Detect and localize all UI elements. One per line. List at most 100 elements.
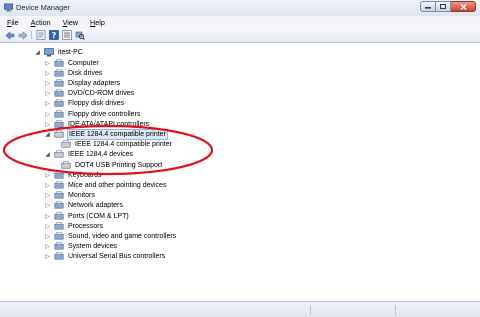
- menu-file[interactable]: File: [4, 18, 22, 27]
- expand-arrow-icon[interactable]: ▷: [44, 242, 51, 252]
- tree-node-label: DVD/CD-ROM drives: [68, 90, 135, 98]
- back-arrow-icon: [5, 30, 14, 40]
- disk-drive-icon: [54, 69, 64, 77]
- menu-action-label: ction: [35, 17, 51, 27]
- tree-node-label: DOT4 USB Printing Support: [75, 161, 163, 169]
- device-manager-window: Device Manager File Action View Help ? ◢…: [0, 0, 480, 317]
- close-icon: [460, 3, 466, 10]
- maximize-button[interactable]: [436, 1, 451, 12]
- expand-arrow-icon[interactable]: ▷: [44, 78, 51, 88]
- tree-node-label: Keyboards: [68, 171, 102, 179]
- tree-node-label: Floppy disk drives: [68, 100, 125, 108]
- properties-button[interactable]: [35, 30, 46, 40]
- caption-buttons: [420, 1, 476, 13]
- menu-action[interactable]: Action: [28, 18, 54, 27]
- expand-arrow-icon[interactable]: ▷: [44, 211, 51, 221]
- system-device-icon: [54, 242, 64, 250]
- status-bar: [0, 301, 480, 317]
- expand-arrow-icon[interactable]: ▷: [44, 89, 51, 99]
- tree-node[interactable]: ◢ IEEE 1284.4 compatible printer: [44, 128, 168, 140]
- tree-child-node[interactable]: IEEE 1284.4 compatible printer: [61, 140, 173, 150]
- tree-child-node[interactable]: DOT4 USB Printing Support: [61, 160, 163, 170]
- collapse-arrow-icon[interactable]: ◢: [34, 47, 41, 57]
- tree-node[interactable]: ▷ Keyboards: [44, 170, 102, 180]
- expand-arrow-icon[interactable]: ▷: [44, 180, 51, 190]
- tree-node[interactable]: ▷ System devices: [44, 242, 118, 252]
- tree-node[interactable]: ▷ Disk drives: [44, 68, 103, 78]
- expand-arrow-icon[interactable]: ▷: [44, 109, 51, 119]
- expand-arrow-icon[interactable]: ▷: [44, 99, 51, 109]
- tree-node[interactable]: ◢ IEEE 1284.4 devices: [44, 150, 134, 160]
- computer-icon: [44, 47, 54, 56]
- scan-hardware-button[interactable]: [74, 30, 85, 40]
- usb-printer-icon: [61, 160, 71, 169]
- tree-node-label: Network adapters: [68, 202, 123, 210]
- help-icon: ?: [48, 30, 59, 40]
- collapse-arrow-icon[interactable]: ◢: [44, 129, 51, 139]
- controller-icon: [54, 109, 64, 118]
- toolbar-separator: [31, 31, 32, 39]
- menu-help[interactable]: Help: [87, 18, 108, 27]
- computer-icon: [54, 58, 64, 67]
- tree-node[interactable]: ▷ Floppy disk drives: [44, 99, 125, 109]
- tree-node[interactable]: ▷ Mice and other pointing devices: [44, 180, 167, 190]
- menu-bar: File Action View Help: [0, 16, 480, 28]
- expand-arrow-icon[interactable]: ▷: [44, 231, 51, 241]
- tree-node[interactable]: ▷ Monitors: [44, 191, 96, 201]
- tree-node[interactable]: ▷ DVD/CD-ROM drives: [44, 89, 135, 99]
- tree-node-label: IEEE 1284.4 compatible printer: [67, 128, 168, 140]
- tree-node[interactable]: ▷ Sound, video and game controllers: [44, 231, 177, 241]
- minimize-button[interactable]: [420, 1, 436, 12]
- expand-arrow-icon[interactable]: ▷: [44, 170, 51, 180]
- ide-controller-icon: [54, 120, 64, 128]
- tree-node[interactable]: ▷ Ports (COM & LPT): [44, 211, 130, 221]
- view-button[interactable]: [61, 30, 72, 40]
- properties-icon: [36, 30, 45, 40]
- tree-node[interactable]: ▷ Universal Serial Bus controllers: [44, 252, 166, 262]
- tree-node-label: Computer: [68, 59, 99, 67]
- dvd-drive-icon: [54, 89, 64, 97]
- expand-arrow-icon[interactable]: ▷: [44, 201, 51, 211]
- expand-arrow-icon[interactable]: ▷: [44, 191, 51, 201]
- expand-arrow-icon[interactable]: ▷: [44, 58, 51, 68]
- menu-help-label: elp: [95, 17, 105, 27]
- tree-root-node[interactable]: ◢ itest-PC: [34, 47, 84, 57]
- tree-node[interactable]: ▷ Display adapters: [44, 78, 121, 88]
- forward-arrow-icon: [18, 30, 27, 40]
- title-bar[interactable]: Device Manager: [0, 0, 480, 17]
- maximize-icon: [440, 4, 446, 9]
- tree-node-label: Display adapters: [68, 79, 121, 87]
- tree-node[interactable]: ▷ Processors: [44, 221, 104, 231]
- expand-arrow-icon[interactable]: ▷: [44, 252, 51, 262]
- tree-node[interactable]: ▷ IDE ATA/ATAPI controllers: [44, 119, 150, 129]
- expand-arrow-icon[interactable]: ▷: [44, 119, 51, 129]
- device-manager-icon: [4, 3, 13, 12]
- status-divider: [310, 305, 311, 315]
- usb-icon: [54, 252, 64, 260]
- printer-icon: [54, 130, 64, 138]
- tree-node[interactable]: ▷ Computer: [44, 58, 100, 68]
- tree-node[interactable]: ▷ Floppy drive controllers: [44, 109, 141, 119]
- device-tree: ◢ itest-PC ▷ Computer ▷ Disk drives ▷ Display…: [0, 43, 480, 301]
- tree-node[interactable]: ▷ Network adapters: [44, 201, 124, 211]
- close-button[interactable]: [451, 1, 476, 12]
- sound-icon: [54, 232, 64, 240]
- expand-arrow-icon[interactable]: ▷: [44, 221, 51, 231]
- keyboard-icon: [54, 171, 64, 179]
- tree-node-label: Floppy drive controllers: [68, 110, 141, 118]
- back-button[interactable]: [4, 30, 15, 40]
- collapse-arrow-icon[interactable]: ◢: [44, 150, 51, 160]
- tree-node-label: System devices: [68, 243, 118, 251]
- status-divider: [395, 305, 396, 315]
- tree-node-label: Monitors: [68, 192, 95, 200]
- window-title: Device Manager: [16, 3, 70, 12]
- forward-button[interactable]: [17, 30, 28, 40]
- tree-node-label: IEEE 1284.4 compatible printer: [75, 141, 172, 149]
- help-button[interactable]: ?: [48, 30, 59, 40]
- tree-node-label: Sound, video and game controllers: [68, 232, 177, 240]
- tree-node-label: Ports (COM & LPT): [68, 212, 129, 220]
- menu-view[interactable]: View: [60, 18, 81, 27]
- view-icon: [61, 30, 72, 40]
- expand-arrow-icon[interactable]: ▷: [44, 68, 51, 78]
- monitor-icon: [54, 191, 64, 199]
